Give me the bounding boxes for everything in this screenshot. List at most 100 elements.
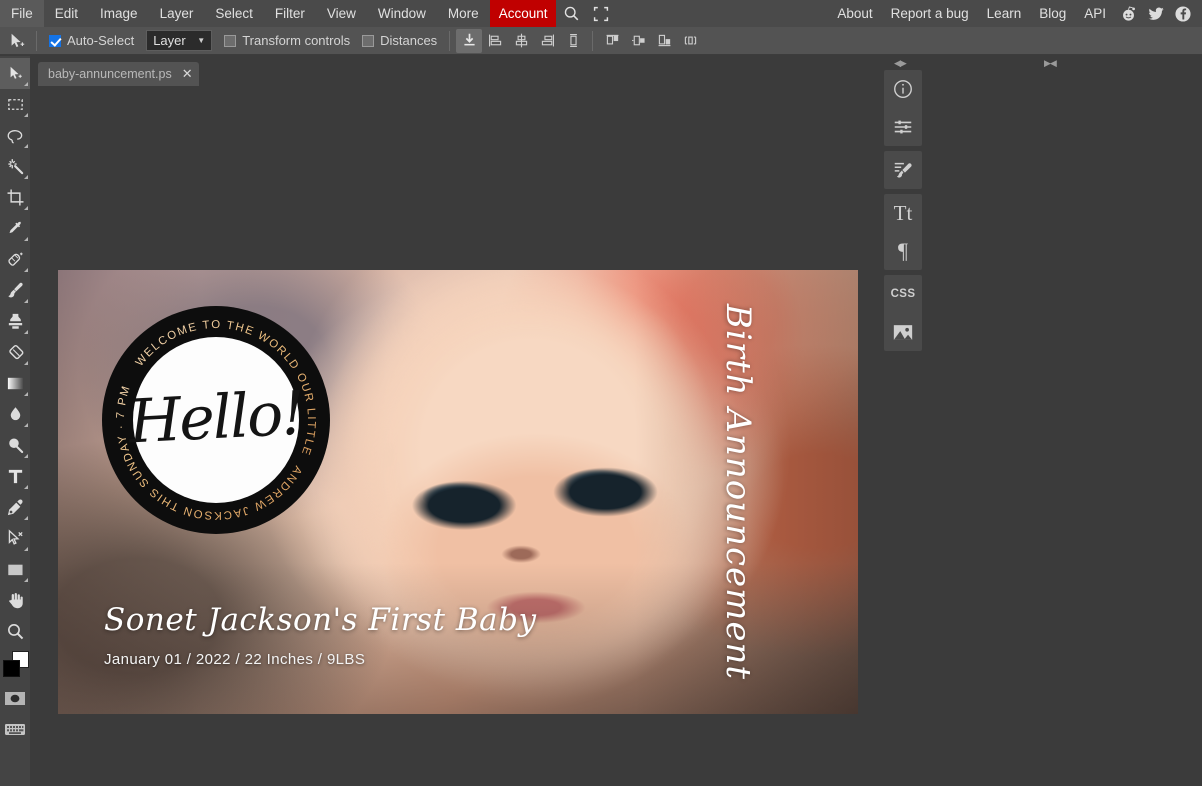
path-selection-tool[interactable] xyxy=(0,523,30,554)
align-horizontal-centers-icon[interactable] xyxy=(508,29,534,53)
lasso-tool[interactable] xyxy=(0,120,30,151)
menu-item-filter[interactable]: Filter xyxy=(264,0,316,27)
adjustments-icon[interactable] xyxy=(884,108,922,146)
options-bar: Auto-Select Layer ▼ Transform controls D… xyxy=(0,27,1202,55)
menu-bar: File Edit Image Layer Select Filter View… xyxy=(0,0,1202,27)
document-tab[interactable]: baby-annuncement.ps ✕ xyxy=(38,62,199,86)
menu-item-image[interactable]: Image xyxy=(89,0,149,27)
auto-select-scope-dropdown[interactable]: Layer ▼ xyxy=(146,30,212,51)
artwork-subline[interactable]: January 01 / 2022 / 22 Inches / 9LBS xyxy=(104,651,365,668)
badge-center-text: Hello! xyxy=(129,331,303,505)
menu-item-layer[interactable]: Layer xyxy=(149,0,205,27)
fullscreen-icon[interactable] xyxy=(586,0,616,27)
distribute-bottom-icon[interactable] xyxy=(651,29,677,53)
right-dock: ◀▶ ▶◀ Tt ¶ xyxy=(882,56,1202,786)
artwork-headline[interactable]: Sonet Jackson's First Baby xyxy=(104,602,524,638)
artwork-vertical-text[interactable]: Birth Announcement xyxy=(718,304,758,680)
badge-inner-circle: Hello! xyxy=(133,337,299,503)
menu-item-report-a-bug[interactable]: Report a bug xyxy=(882,0,978,27)
artboard[interactable]: WELCOME TO THE WORLD OUR LITTLE ONE ANDR… xyxy=(58,270,858,714)
divider xyxy=(592,31,593,51)
distribute-top-icon[interactable] xyxy=(599,29,625,53)
keyboard-shortcuts-icon[interactable] xyxy=(0,714,30,745)
align-left-edges-icon[interactable] xyxy=(482,29,508,53)
pen-tool[interactable] xyxy=(0,492,30,523)
distribute-horizontal-icon[interactable] xyxy=(677,29,703,53)
menu-bar-right: About Report a bug Learn Blog API xyxy=(828,0,1196,27)
collapse-icon-dock-icon[interactable]: ◀▶ xyxy=(894,58,906,69)
eyedropper-tool[interactable] xyxy=(0,213,30,244)
move-tool-icon[interactable] xyxy=(4,28,30,54)
menu-item-api[interactable]: API xyxy=(1075,0,1115,27)
menu-item-file[interactable]: File xyxy=(0,0,44,27)
align-right-edges-icon[interactable] xyxy=(534,29,560,53)
distances-label: Distances xyxy=(380,33,437,48)
dock-group-css: CSS xyxy=(884,275,922,351)
align-download-icon[interactable] xyxy=(456,29,482,53)
distances-checkbox[interactable]: Distances xyxy=(356,33,443,48)
hand-tool[interactable] xyxy=(0,585,30,616)
menu-item-more[interactable]: More xyxy=(437,0,490,27)
transform-controls-checkbox-box[interactable] xyxy=(224,35,236,47)
transform-controls-checkbox[interactable]: Transform controls xyxy=(218,33,356,48)
patch-tool[interactable] xyxy=(0,244,30,275)
menu-item-account[interactable]: Account xyxy=(490,0,557,27)
properties-brush-icon[interactable] xyxy=(884,151,922,189)
align-top-edges-icon[interactable] xyxy=(560,29,586,53)
photopea-app: File Edit Image Layer Select Filter View… xyxy=(0,0,1202,786)
crop-tool[interactable] xyxy=(0,182,30,213)
character-icon[interactable]: Tt xyxy=(884,194,922,232)
auto-select-checkbox-box[interactable] xyxy=(49,35,61,47)
search-icon[interactable] xyxy=(556,0,586,27)
dock-group-properties xyxy=(884,151,922,189)
document-tab-bar: baby-annuncement.ps ✕ xyxy=(30,56,882,86)
menu-item-view[interactable]: View xyxy=(316,0,367,27)
menu-item-about[interactable]: About xyxy=(828,0,881,27)
canvas-area[interactable]: WELCOME TO THE WORLD OUR LITTLE ONE ANDR… xyxy=(30,86,882,786)
dodge-tool[interactable] xyxy=(0,430,30,461)
menu-item-select[interactable]: Select xyxy=(204,0,264,27)
zoom-tool[interactable] xyxy=(0,616,30,647)
auto-select-checkbox[interactable]: Auto-Select xyxy=(43,33,140,48)
distribute-vertical-centers-icon[interactable] xyxy=(625,29,651,53)
type-tool[interactable] xyxy=(0,461,30,492)
tools-panel xyxy=(0,56,30,786)
eraser-tool[interactable] xyxy=(0,337,30,368)
dock-group-text: Tt ¶ xyxy=(884,194,922,270)
artwork-circular-badge[interactable]: WELCOME TO THE WORLD OUR LITTLE ONE ANDR… xyxy=(102,306,330,534)
twitter-icon[interactable] xyxy=(1142,0,1169,27)
reddit-icon[interactable] xyxy=(1115,0,1142,27)
magic-wand-tool[interactable] xyxy=(0,151,30,182)
gradient-tool[interactable] xyxy=(0,368,30,399)
image-icon[interactable] xyxy=(884,313,922,351)
quick-mask-icon[interactable] xyxy=(0,683,30,714)
close-icon[interactable]: ✕ xyxy=(182,66,193,82)
info-icon[interactable] xyxy=(884,70,922,108)
menu-bar-left: File Edit Image Layer Select Filter View… xyxy=(0,0,616,27)
panel-icon-dock: Tt ¶ CSS xyxy=(884,70,922,356)
menu-item-window[interactable]: Window xyxy=(367,0,437,27)
foreground-color-swatch[interactable] xyxy=(3,660,20,677)
document-tab-title: baby-annuncement.ps xyxy=(48,67,172,81)
divider xyxy=(36,31,37,51)
dock-group-info xyxy=(884,70,922,146)
rectangular-marquee-tool[interactable] xyxy=(0,89,30,120)
collapse-panels-icon[interactable]: ▶◀ xyxy=(1044,58,1056,69)
paragraph-icon[interactable]: ¶ xyxy=(884,232,922,270)
chevron-down-icon: ▼ xyxy=(197,36,205,45)
blur-tool[interactable] xyxy=(0,399,30,430)
divider xyxy=(449,31,450,51)
transform-controls-label: Transform controls xyxy=(242,33,350,48)
brush-tool[interactable] xyxy=(0,275,30,306)
clone-stamp-tool[interactable] xyxy=(0,306,30,337)
distances-checkbox-box[interactable] xyxy=(362,35,374,47)
move-tool[interactable] xyxy=(0,58,30,89)
menu-item-edit[interactable]: Edit xyxy=(44,0,89,27)
menu-item-blog[interactable]: Blog xyxy=(1030,0,1075,27)
auto-select-label: Auto-Select xyxy=(67,33,134,48)
menu-item-learn[interactable]: Learn xyxy=(978,0,1031,27)
facebook-icon[interactable] xyxy=(1169,0,1196,27)
color-swatches[interactable] xyxy=(0,647,30,683)
shape-tool[interactable] xyxy=(0,554,30,585)
css-icon[interactable]: CSS xyxy=(884,275,922,313)
